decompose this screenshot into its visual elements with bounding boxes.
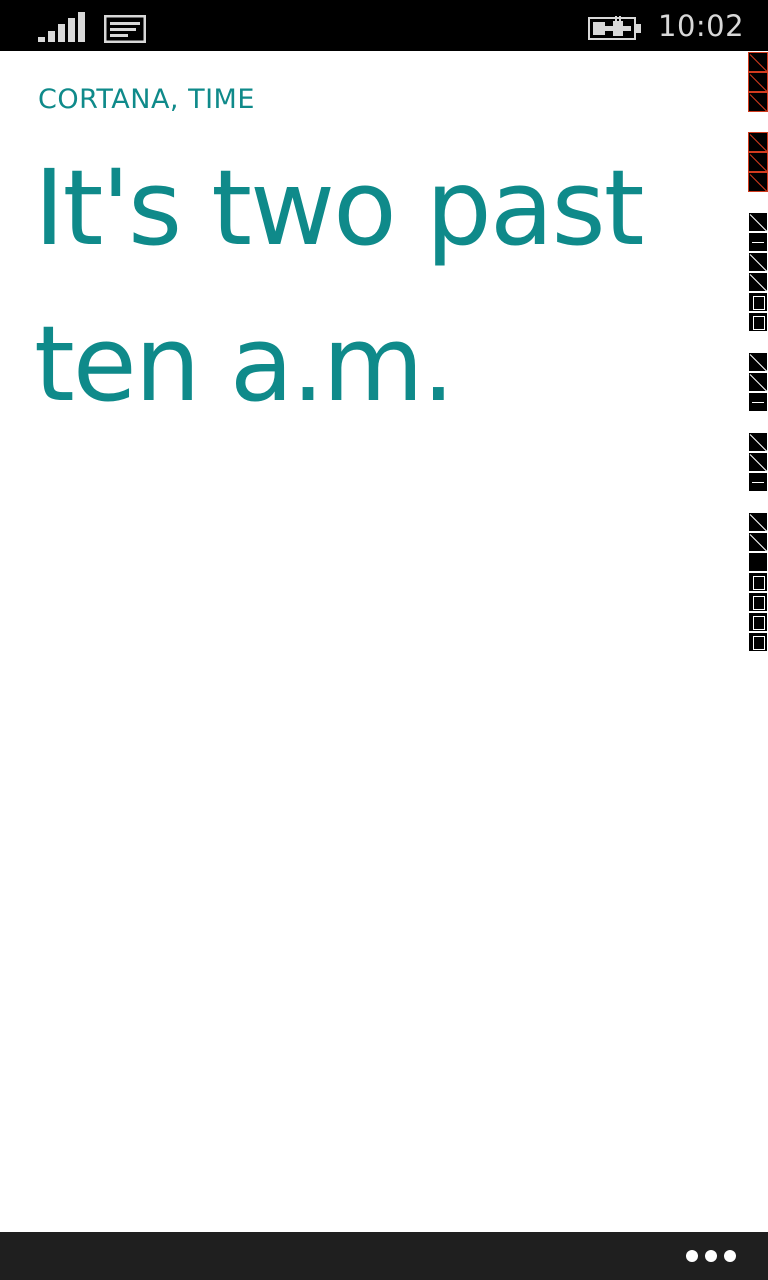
counter-group: [748, 432, 768, 492]
counter-group: [748, 512, 768, 652]
counter-group: [748, 52, 768, 112]
counter-group: [748, 132, 768, 192]
more-dot: [686, 1250, 698, 1262]
frame-counter-strip: [748, 52, 768, 652]
cortana-answer: It's two past ten a.m.: [34, 147, 645, 425]
page-title: CORTANA, TIME: [38, 84, 255, 115]
screen: 10:02 CORTANA, TIME It's two past ten a.…: [0, 0, 768, 1280]
more-dot: [724, 1250, 736, 1262]
counter-group: [748, 212, 768, 332]
battery-charging-icon: [588, 16, 641, 40]
more-icon[interactable]: [686, 1240, 736, 1272]
status-bar: 10:02: [0, 0, 768, 51]
message-icon: [104, 15, 146, 43]
signal-strength-icon: [38, 12, 85, 42]
more-dot: [705, 1250, 717, 1262]
status-time: 10:02: [658, 9, 745, 43]
counter-group: [748, 352, 768, 412]
app-bar: [0, 1232, 768, 1280]
